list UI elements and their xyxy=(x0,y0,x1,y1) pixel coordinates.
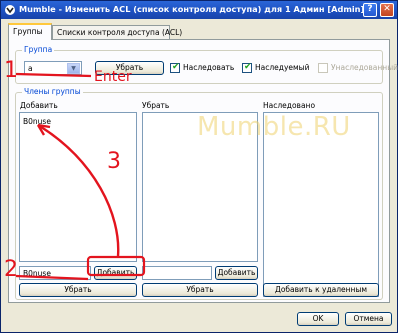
step-1-annotation: 1 xyxy=(4,58,18,83)
step-3-annotation: 3 xyxy=(107,149,121,174)
highlight-box xyxy=(86,255,146,277)
tab-groups[interactable]: Группы xyxy=(8,23,52,40)
arrow-annotation xyxy=(37,123,120,257)
enter-annotation: Enter xyxy=(94,69,132,85)
annotation-overlay xyxy=(15,72,146,281)
underline-annotation xyxy=(15,274,89,281)
underline-annotation xyxy=(15,72,92,78)
step-2-annotation: 2 xyxy=(4,257,18,282)
